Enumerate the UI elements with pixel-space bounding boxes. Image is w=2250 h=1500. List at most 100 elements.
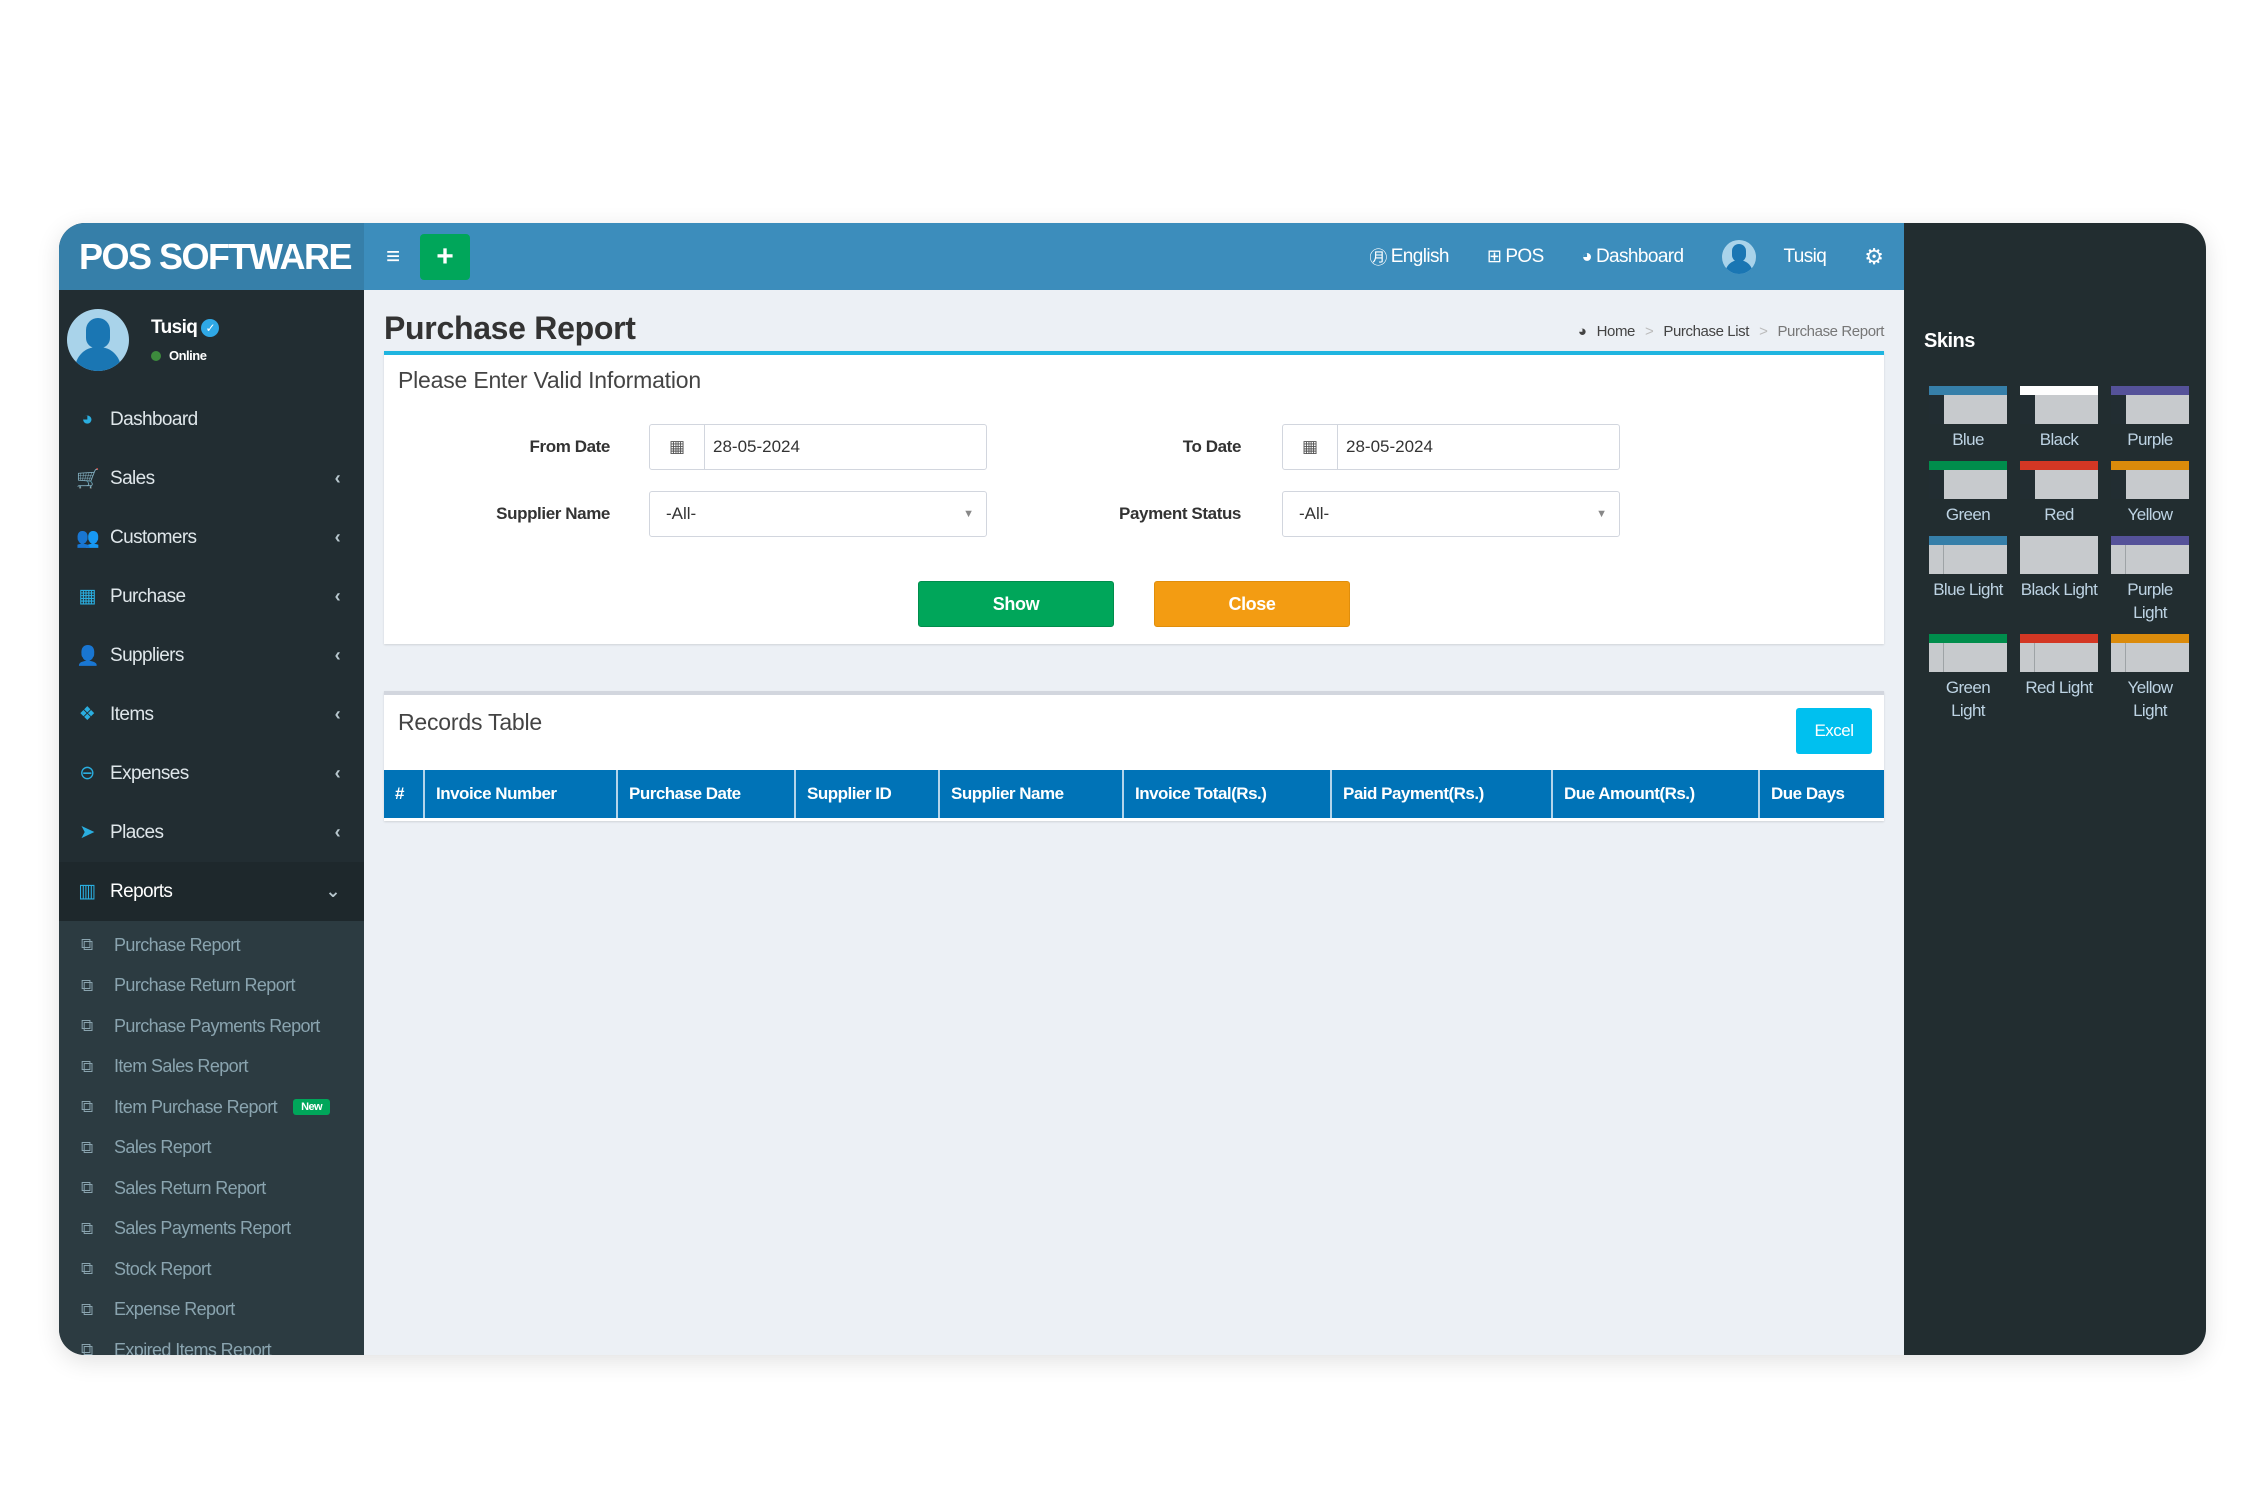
skin-option-blue-light[interactable]: Blue Light (1929, 536, 2007, 624)
sidebar-item-label: Customers (110, 526, 197, 548)
paper-plane-icon: ➤ (79, 822, 95, 843)
sidebar-item-label: Items (110, 703, 154, 725)
skin-preview (2111, 634, 2189, 672)
skin-preview (2111, 386, 2189, 424)
column-header-invoice-number[interactable]: Invoice Number (424, 770, 618, 818)
sidebar-item-customers[interactable]: 👥 Customers ‹ (59, 508, 364, 567)
skin-option-blue[interactable]: Blue (1929, 386, 2007, 451)
submenu-item-purchase-return-report[interactable]: ⧉ Purchase Return Report (59, 966, 364, 1007)
skin-option-red[interactable]: Red (2020, 461, 2098, 526)
nav-user-avatar (1721, 239, 1756, 274)
show-button[interactable]: Show (918, 581, 1114, 627)
dashboard-icon: ◕ (1577, 323, 1587, 340)
sidebar-item-label: Places (110, 821, 164, 843)
supplier-name-select[interactable]: -All- ▼ (649, 491, 987, 537)
grid-icon: ▦ (78, 586, 96, 607)
close-button[interactable]: Close (1154, 581, 1350, 627)
sidebar-item-reports[interactable]: ▥ Reports ⌄ (59, 862, 364, 921)
skin-label: Red Light (2025, 678, 2093, 697)
copy-files-icon: ⧉ (81, 1137, 93, 1157)
skin-preview (2020, 461, 2098, 499)
sidebar-toggle-menu-icon[interactable]: ≡ (378, 243, 408, 271)
skin-label: Yellow Light (2127, 678, 2174, 720)
page-title: Purchase Report (384, 310, 636, 346)
skin-option-black[interactable]: Black (2020, 386, 2098, 451)
excel-export-button[interactable]: Excel (1796, 708, 1872, 754)
submenu-item-stock-report[interactable]: ⧉ Stock Report (59, 1249, 364, 1290)
nav-pos-link[interactable]: ⊞ POS (1487, 246, 1544, 268)
skin-option-yellow[interactable]: Yellow (2111, 461, 2189, 526)
column-header-purchase-date[interactable]: Purchase Date (617, 770, 796, 818)
column-header-paid-payment[interactable]: Paid Payment(Rs.) (1331, 770, 1553, 818)
nav-language-link[interactable]: ㊊ English (1369, 244, 1449, 270)
to-date-row: To Date ▦ (1014, 424, 1620, 470)
column-header-due-amount[interactable]: Due Amount(Rs.) (1552, 770, 1760, 818)
breadcrumb-current: Purchase Report (1777, 323, 1884, 340)
skin-preview (1929, 461, 2007, 499)
sidebar-item-places[interactable]: ➤ Places ‹ (59, 803, 364, 862)
chevron-down-icon: ⌄ (325, 881, 341, 901)
submenu-item-sales-return-report[interactable]: ⧉ Sales Return Report (59, 1168, 364, 1209)
breadcrumb-purchase-list[interactable]: Purchase List (1663, 323, 1749, 340)
skin-option-purple-light[interactable]: Purple Light (2111, 536, 2189, 624)
submenu-item-label: Sales Report (114, 1137, 211, 1158)
submenu-item-item-purchase-report[interactable]: ⧉ Item Purchase Report New (59, 1087, 364, 1128)
column-header-invoice-total[interactable]: Invoice Total(Rs.) (1123, 770, 1332, 818)
form-box-title: Please Enter Valid Information (398, 367, 701, 393)
from-date-input[interactable] (705, 425, 986, 469)
skin-label: Green Light (1945, 678, 1991, 720)
sidebar-item-expenses[interactable]: ⊖ Expenses ‹ (59, 744, 364, 803)
dashboard-icon: ◕ (81, 408, 93, 430)
submenu-item-expired-items-report[interactable]: ⧉ Expired Items Report (59, 1330, 364, 1355)
skin-option-green[interactable]: Green (1929, 461, 2007, 526)
calendar-icon[interactable]: ▦ (650, 425, 705, 469)
from-date-row: From Date ▦ (384, 424, 987, 470)
column-header-due-days[interactable]: Due Days (1759, 770, 1884, 818)
column-header-supplier-id[interactable]: Supplier ID (795, 770, 940, 818)
to-date-label: To Date (1182, 437, 1242, 456)
submenu-item-sales-report[interactable]: ⧉ Sales Report (59, 1128, 364, 1169)
skin-option-red-light[interactable]: Red Light (2020, 634, 2098, 722)
submenu-item-label: Item Purchase Report (114, 1096, 278, 1117)
sidebar-item-suppliers[interactable]: 👤 Suppliers ‹ (59, 626, 364, 685)
copy-files-icon: ⧉ (81, 1097, 93, 1117)
nav-dashboard-link[interactable]: ◕ Dashboard (1582, 246, 1684, 268)
submenu-item-expense-report[interactable]: ⧉ Expense Report (59, 1290, 364, 1331)
calendar-icon[interactable]: ▦ (1283, 425, 1338, 469)
copy-files-icon: ⧉ (81, 975, 93, 995)
skin-preview (2020, 634, 2098, 672)
sidebar-item-dashboard[interactable]: ◕ Dashboard (59, 390, 364, 449)
add-new-button[interactable]: + (420, 233, 470, 280)
column-header-supplier-name[interactable]: Supplier Name (939, 770, 1124, 818)
to-date-field[interactable]: ▦ (1282, 424, 1620, 470)
skin-label: Red (2044, 505, 2074, 524)
sidebar-item-purchase[interactable]: ▦ Purchase ‹ (59, 567, 364, 626)
users-icon: 👥 (76, 527, 100, 549)
sidebar-item-items[interactable]: ❖ Items ‹ (59, 685, 364, 744)
chevron-left-icon: ‹ (334, 704, 341, 724)
from-date-field[interactable]: ▦ (649, 424, 987, 470)
submenu-item-label: Expense Report (114, 1299, 235, 1320)
settings-gears-icon[interactable]: ⚙ (1864, 244, 1884, 270)
skin-option-yellow-light[interactable]: Yellow Light (2111, 634, 2189, 722)
skin-label: Blue Light (1933, 580, 2003, 599)
skin-option-green-light[interactable]: Green Light (1929, 634, 2007, 722)
nav-user-menu[interactable]: Tusiq (1721, 239, 1827, 274)
breadcrumb-separator: > (1759, 323, 1768, 340)
payment-status-select[interactable]: -All- ▼ (1282, 491, 1620, 537)
skin-option-black-light[interactable]: Black Light (2020, 536, 2098, 624)
sidebar-item-sales[interactable]: 🛒 Sales ‹ (59, 449, 364, 508)
breadcrumb-home[interactable]: Home (1597, 323, 1636, 340)
skin-option-purple[interactable]: Purple (2111, 386, 2189, 451)
submenu-item-purchase-report[interactable]: ⧉ Purchase Report (59, 925, 364, 966)
dashboard-icon: ◕ (1581, 246, 1593, 266)
submenu-item-item-sales-report[interactable]: ⧉ Item Sales Report (59, 1047, 364, 1088)
submenu-item-sales-payments-report[interactable]: ⧉ Sales Payments Report (59, 1209, 364, 1250)
skins-title: Skins (1924, 330, 1975, 352)
skin-label: Purple (2127, 430, 2173, 449)
submenu-item-purchase-payments-report[interactable]: ⧉ Purchase Payments Report (59, 1006, 364, 1047)
submenu-item-label: Purchase Return Report (114, 975, 296, 996)
app-logo[interactable]: POS SOFTWARE (59, 223, 364, 290)
to-date-input[interactable] (1338, 425, 1619, 469)
column-header-number[interactable]: # (384, 770, 425, 818)
